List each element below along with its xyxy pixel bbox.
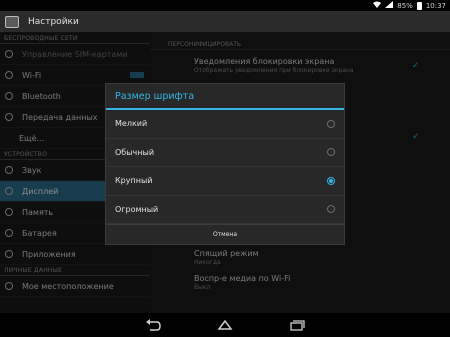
dialog-title: Размер шрифта — [106, 84, 344, 110]
option-label: Крупный — [115, 176, 153, 186]
wifi-signal-icon — [373, 1, 382, 10]
option-label: Мелкий — [115, 119, 148, 129]
radio-icon[interactable] — [327, 205, 335, 214]
battery-icon — [416, 1, 422, 10]
option-large[interactable]: Крупный — [106, 167, 344, 196]
battery-percent: 85% — [397, 1, 413, 10]
status-bar: 85% 10:37 — [0, 0, 450, 11]
action-bar: Настройки — [0, 11, 450, 33]
app-title: Настройки — [28, 16, 79, 27]
font-size-dialog: Размер шрифта Мелкий Обычный Крупный Огр… — [105, 83, 345, 245]
option-normal[interactable]: Обычный — [106, 139, 344, 167]
home-icon[interactable] — [216, 318, 234, 332]
option-label: Обычный — [115, 147, 155, 157]
radio-icon[interactable] — [327, 119, 335, 128]
cancel-button[interactable]: Отмена — [106, 224, 344, 244]
system-nav-bar — [0, 313, 450, 337]
option-label: Огромный — [115, 204, 159, 214]
settings-app-icon[interactable] — [5, 15, 19, 28]
clock: 10:37 — [425, 1, 446, 10]
back-icon[interactable] — [144, 318, 162, 332]
radio-icon[interactable] — [327, 148, 335, 157]
cell-signal-icon — [385, 1, 394, 10]
recent-apps-icon[interactable] — [288, 318, 306, 332]
radio-selected-icon[interactable] — [327, 176, 335, 185]
option-small[interactable]: Мелкий — [106, 110, 344, 139]
option-huge[interactable]: Огромный — [106, 196, 344, 224]
